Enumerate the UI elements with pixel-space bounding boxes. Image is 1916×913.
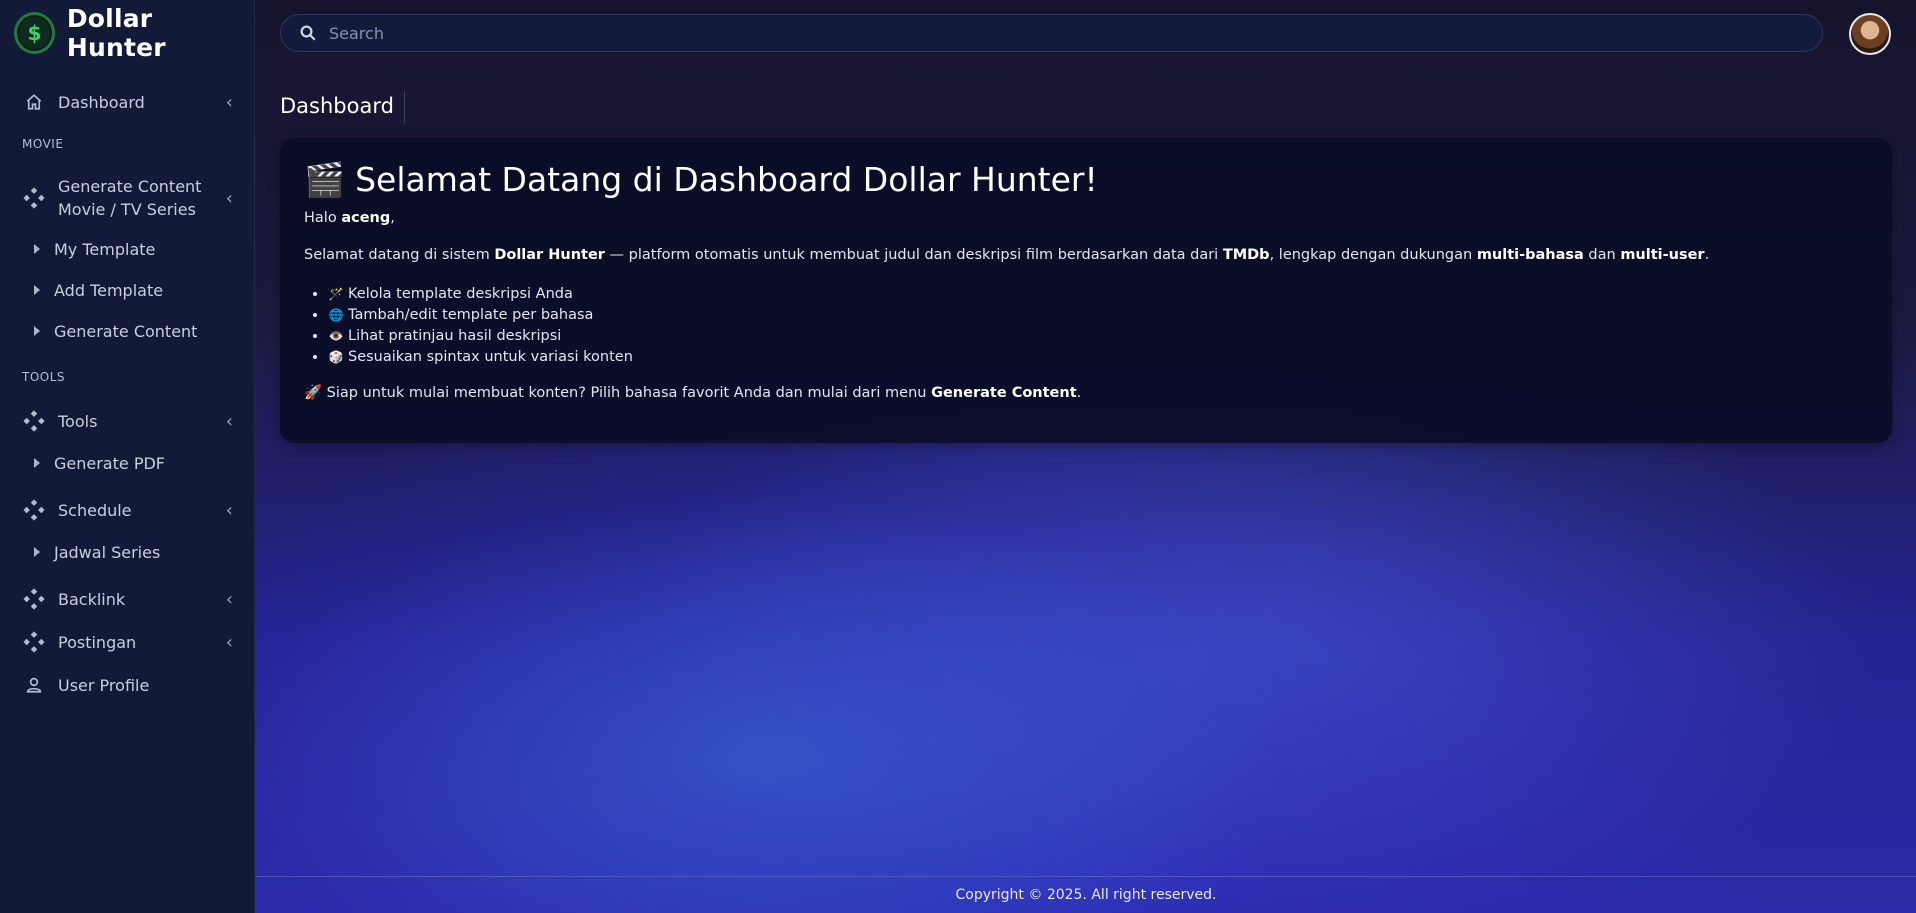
feature-list: 🪄Kelola template deskripsi Anda 🌐Tambah/… [328, 284, 633, 368]
brand[interactable]: $ Dollar Hunter [0, 0, 254, 66]
copyright-text: Copyright © 2025. All right reserved. [955, 887, 1217, 903]
sidebar-subitem-my-template[interactable]: My Template [0, 238, 255, 260]
diamond-nodes-icon [22, 499, 46, 521]
title-divider [404, 91, 405, 123]
list-item: 🌐Tambah/edit template per bahasa [328, 305, 633, 326]
diamond-nodes-icon [22, 410, 46, 432]
caret-right-icon [34, 458, 40, 468]
search-icon [299, 24, 317, 42]
sidebar: $ Dollar Hunter Dashboard ‹ MOVIE Genera… [0, 0, 255, 913]
sidebar-item-tools[interactable]: Tools ‹ [0, 409, 255, 433]
rocket-icon: 🚀 [304, 385, 323, 401]
section-label-movie: MOVIE [22, 137, 64, 151]
cta-text: 🚀 Siap untuk mulai membuat konten? Pilih… [304, 385, 1082, 401]
chevron-left-icon: ‹ [225, 588, 233, 610]
caret-right-icon [34, 244, 40, 254]
list-item: 👁️Lihat pratinjau hasil deskripsi [328, 326, 633, 347]
greeting-text: Halo aceng, [304, 210, 395, 226]
clapperboard-icon: 🎬 [304, 160, 346, 199]
brand-name: Dollar Hunter [66, 4, 166, 62]
sidebar-item-generate-content-movie[interactable]: Generate Content Movie / TV Series ‹ [0, 174, 255, 222]
caret-right-icon [34, 547, 40, 557]
diamond-nodes-icon [22, 588, 46, 610]
sidebar-subitem-jadwal-series[interactable]: Jadwal Series [0, 541, 255, 563]
user-icon [22, 676, 46, 694]
username: aceng [341, 210, 391, 226]
caret-right-icon [34, 285, 40, 295]
globe-icon: 🌐 [328, 308, 344, 322]
eye-icon: 👁️ [328, 329, 344, 343]
sidebar-item-dashboard[interactable]: Dashboard ‹ [0, 89, 255, 115]
avatar[interactable] [1849, 13, 1891, 55]
diamond-nodes-icon [22, 187, 46, 209]
sidebar-subitem-generate-content[interactable]: Generate Content [0, 320, 255, 342]
sidebar-item-label: Dashboard [58, 92, 145, 112]
sidebar-item-label: User Profile [58, 675, 150, 695]
sidebar-item-schedule[interactable]: Schedule ‹ [0, 498, 255, 522]
footer: Copyright © 2025. All right reserved. [256, 876, 1916, 913]
sidebar-item-label: Backlink [58, 589, 126, 609]
sidebar-item-label: Generate Content [58, 177, 202, 196]
home-icon [22, 93, 46, 111]
chevron-left-icon: ‹ [225, 499, 233, 521]
chevron-left-icon: ‹ [225, 91, 233, 113]
sidebar-item-user-profile[interactable]: User Profile [0, 673, 255, 697]
welcome-heading: 🎬 Selamat Datang di Dashboard Dollar Hunt… [304, 160, 1098, 199]
sidebar-item-label: Schedule [58, 500, 132, 520]
sidebar-item-label: Postingan [58, 632, 137, 652]
magic-wand-icon: 🪄 [328, 287, 344, 301]
search-input[interactable] [329, 23, 1729, 43]
sidebar-item-label-line2: Movie / TV Series [58, 200, 196, 219]
dollar-coin-icon: $ [14, 12, 55, 54]
sidebar-item-backlink[interactable]: Backlink ‹ [0, 587, 255, 611]
sidebar-item-postingan[interactable]: Postingan ‹ [0, 630, 255, 654]
list-item: 🪄Kelola template deskripsi Anda [328, 284, 633, 305]
diamond-nodes-icon [22, 631, 46, 653]
caret-right-icon [34, 326, 40, 336]
list-item: 🎲Sesuaikan spintax untuk variasi konten [328, 347, 633, 368]
welcome-card: 🎬 Selamat Datang di Dashboard Dollar Hunt… [280, 138, 1892, 443]
dice-icon: 🎲 [328, 350, 344, 364]
section-label-tools: TOOLS [22, 370, 66, 384]
sidebar-subitem-generate-pdf[interactable]: Generate PDF [0, 452, 255, 474]
sidebar-item-label: Tools [58, 411, 98, 431]
chevron-left-icon: ‹ [225, 631, 233, 653]
sidebar-subitem-add-template[interactable]: Add Template [0, 279, 255, 301]
intro-text: Selamat datang di sistem Dollar Hunter —… [304, 247, 1710, 263]
page-title: Dashboard [280, 94, 394, 118]
chevron-left-icon: ‹ [225, 187, 233, 209]
search-bar[interactable] [280, 14, 1823, 52]
chevron-left-icon: ‹ [225, 410, 233, 432]
